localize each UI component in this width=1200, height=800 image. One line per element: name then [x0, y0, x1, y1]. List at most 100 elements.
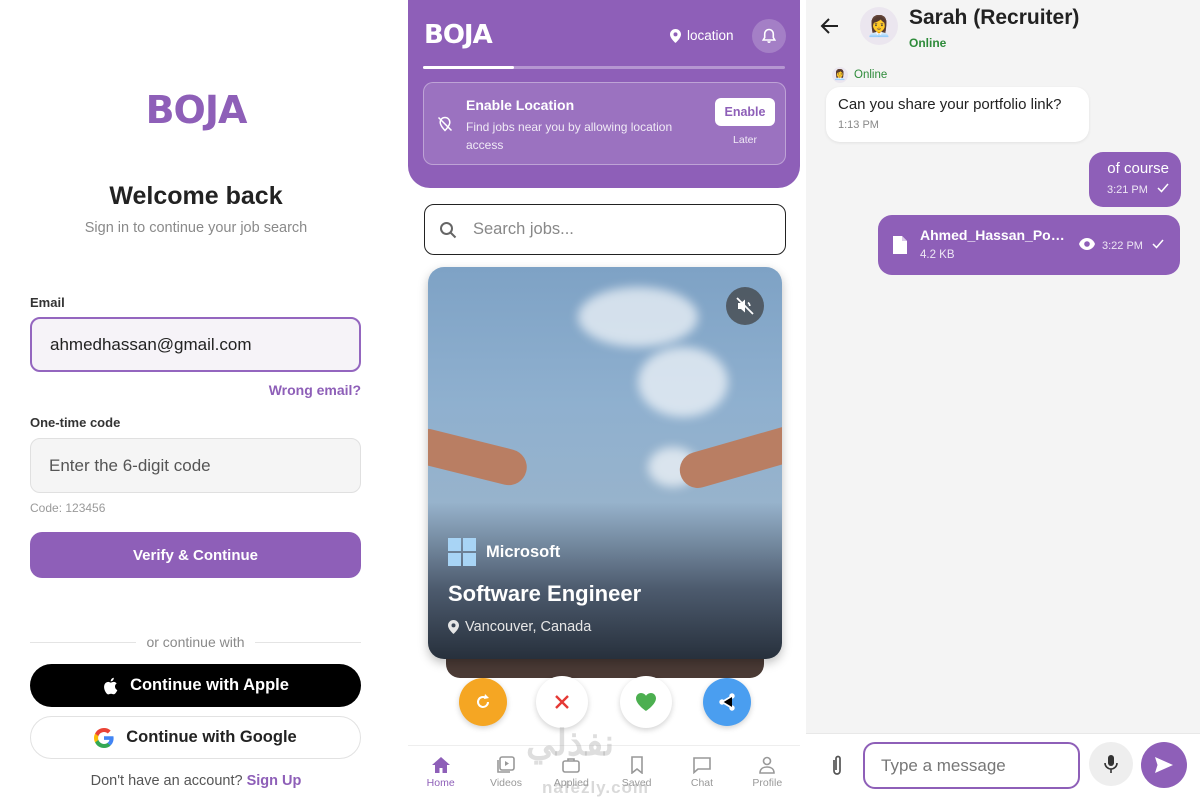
sender-status-row: 👩‍💼 Online	[832, 67, 887, 83]
nav-label: Videos	[490, 777, 522, 789]
right-arm	[675, 421, 782, 493]
nav-label: Saved	[621, 777, 652, 789]
nav-videos[interactable]: Videos	[473, 746, 538, 800]
enable-location-button[interactable]: Enable	[715, 98, 775, 126]
file-name: Ahmed_Hassan_Portfolio.pdf	[920, 227, 1070, 243]
file-size: 4.2 KB	[920, 249, 955, 261]
search-icon	[440, 221, 457, 238]
profile-icon	[759, 756, 776, 774]
bookmark-icon	[630, 756, 643, 774]
location-selector[interactable]: location	[670, 28, 734, 43]
search-input[interactable]: Search jobs...	[424, 204, 786, 255]
message-input[interactable]: Type a message	[863, 742, 1080, 789]
nav-home[interactable]: Home	[408, 746, 473, 800]
outgoing-file-message[interactable]: Ahmed_Hassan_Portfolio.pdf 4.2 KB 3:22 P…	[878, 215, 1180, 275]
location-off-icon	[437, 116, 453, 132]
message-time: 3:21 PM	[1106, 184, 1148, 196]
email-label: Email	[30, 295, 65, 310]
nav-label: Home	[426, 777, 455, 789]
check-icon	[1152, 239, 1164, 249]
mute-button[interactable]	[726, 287, 764, 325]
message-time: 1:13 PM	[838, 119, 879, 131]
eye-icon[interactable]	[1078, 237, 1096, 251]
sender-status: Online	[854, 69, 888, 81]
microphone-icon	[1104, 755, 1118, 773]
close-icon	[555, 695, 569, 709]
chat-screen: 👩‍💼 Sarah (Recruiter) Online 👩‍💼 Online …	[806, 0, 1200, 800]
divider-text: or continue with	[146, 634, 245, 650]
apple-icon	[104, 677, 118, 694]
bottom-nav: Home Videos Applied Saved Chat Profile	[408, 745, 800, 800]
notifications-button[interactable]	[752, 19, 786, 53]
send-icon	[1155, 757, 1173, 773]
voice-button[interactable]	[1089, 742, 1133, 786]
nav-label: Applied	[553, 777, 589, 789]
email-field[interactable]: ahmedhassan@gmail.com	[30, 317, 361, 372]
message-text: Can you share your portfolio link?	[838, 96, 1062, 113]
code-hint: Code: 123456	[30, 501, 106, 515]
nav-label: Chat	[690, 777, 714, 789]
divider: or continue with	[30, 633, 361, 651]
wrong-email-link[interactable]: Wrong email?	[269, 382, 361, 398]
chat-icon	[693, 757, 711, 774]
applied-icon	[562, 758, 581, 773]
location-label: location	[687, 28, 734, 43]
volume-off-icon	[736, 297, 754, 315]
reject-button[interactable]	[536, 676, 588, 728]
microsoft-logo	[448, 538, 476, 566]
no-account-text: Don't have an account?	[90, 773, 243, 789]
nav-chat[interactable]: Chat	[669, 746, 734, 800]
company-row: Microsoft	[448, 538, 560, 566]
code-field[interactable]: Enter the 6-digit code	[30, 438, 361, 493]
home-icon	[431, 757, 450, 773]
message-time: 3:22 PM	[1102, 240, 1143, 252]
google-signin-button[interactable]: Continue with Google	[30, 716, 361, 759]
nav-applied[interactable]: Applied	[539, 746, 604, 800]
location-progress-track	[423, 66, 785, 69]
nav-saved[interactable]: Saved	[604, 746, 669, 800]
like-button[interactable]	[620, 676, 672, 728]
message-text: of course	[1107, 160, 1169, 177]
enable-location-title: Enable Location	[466, 97, 575, 113]
signup-prompt: Don't have an account? Sign Up	[0, 773, 392, 789]
back-button[interactable]	[820, 16, 840, 41]
pin-icon	[670, 28, 681, 43]
boja-logo: BOJA	[424, 20, 493, 50]
email-value: ahmedhassan@gmail.com	[50, 334, 252, 354]
share-icon	[719, 693, 735, 711]
job-location: Vancouver, Canada	[448, 619, 591, 635]
feed-header: BOJA location Enable Location Find jobs …	[408, 0, 800, 188]
signup-link[interactable]: Sign Up	[247, 773, 302, 789]
message-meta: 3:22 PM	[1102, 239, 1164, 252]
send-button[interactable]	[1141, 742, 1187, 788]
code-label: One-time code	[30, 415, 121, 430]
page-subtitle: Sign in to continue your job search	[84, 220, 308, 236]
enable-location-card: Enable Location Find jobs near you by al…	[423, 82, 786, 165]
attach-button[interactable]	[830, 754, 844, 783]
undo-icon	[477, 694, 489, 708]
verify-button[interactable]: Verify & Continue	[30, 532, 361, 578]
incoming-message: Can you share your portfolio link? 1:13 …	[826, 87, 1089, 142]
message-meta: 3:21 PM	[1101, 183, 1169, 196]
videos-icon	[497, 756, 515, 773]
outgoing-message: of course 3:21 PM	[1089, 152, 1181, 207]
message-composer: Type a message	[806, 733, 1200, 800]
job-feed-screen: BOJA location Enable Location Find jobs …	[408, 0, 802, 800]
enable-location-description: Find jobs near you by allowing location …	[466, 120, 673, 152]
google-icon	[94, 727, 114, 748]
job-title: Software Engineer	[448, 581, 642, 606]
later-button[interactable]: Later	[715, 134, 775, 146]
file-icon	[893, 236, 907, 254]
location-progress-fill	[423, 66, 514, 69]
page-title: Welcome back	[109, 182, 283, 210]
company-name: Microsoft	[486, 542, 561, 561]
undo-button[interactable]	[459, 678, 507, 726]
apple-signin-button[interactable]: Continue with Apple	[30, 664, 361, 707]
search-placeholder: Search jobs...	[473, 220, 574, 238]
job-location-text: Vancouver, Canada	[465, 619, 592, 635]
avatar: 👩‍💼	[832, 67, 848, 83]
nav-profile[interactable]: Profile	[735, 746, 800, 800]
pin-icon	[448, 620, 459, 634]
job-video-card[interactable]: Microsoft Software Engineer Vancouver, C…	[428, 267, 782, 659]
share-button[interactable]	[703, 678, 751, 726]
